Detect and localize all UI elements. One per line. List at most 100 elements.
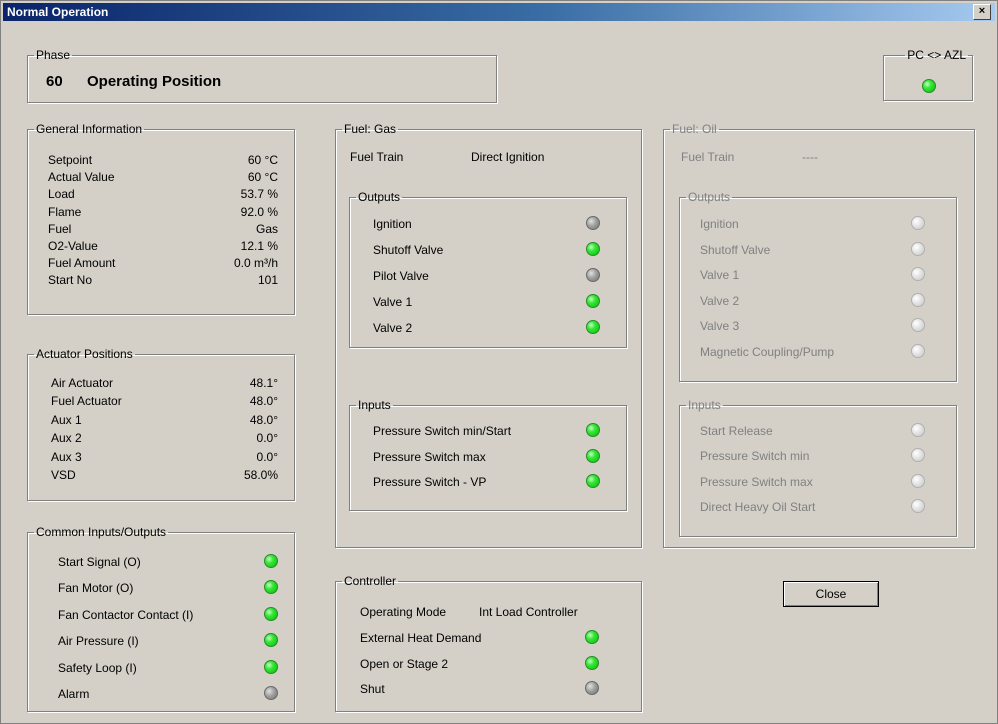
fuel-oil-input-label: Pressure Switch min xyxy=(700,449,810,464)
general-information-group: General Information Setpoint 60 °C Actual … xyxy=(27,123,295,315)
fuel-oil-group: Fuel: Oil Fuel Train ---- Outputs Igniti… xyxy=(663,123,975,548)
actuator-label: Air Actuator xyxy=(51,376,114,390)
fuel-gas-inputs-legend: Inputs xyxy=(358,398,391,412)
actuator-label: VSD xyxy=(51,468,76,482)
general-info-value: 12.1 % xyxy=(240,239,278,253)
fuel-oil-train-value: ---- xyxy=(802,150,818,164)
controller-label: External Heat Demand xyxy=(360,631,482,645)
fuel-oil-output-label: Magnetic Coupling/Pump xyxy=(700,344,835,359)
general-info-label: Actual Value xyxy=(48,170,115,185)
common-io-status-led xyxy=(264,633,278,648)
phase-legend: Phase xyxy=(36,48,71,62)
common-io-status-led xyxy=(264,686,278,700)
general-info-value: 101 xyxy=(257,273,278,288)
general-info-value: 92.0 % xyxy=(240,204,278,219)
controller-label: Open or Stage 2 xyxy=(360,656,449,671)
common-io-status-led xyxy=(264,554,278,568)
actuator-label: Aux 3 xyxy=(51,449,82,464)
fuel-gas-input-label: Pressure Switch min/Start xyxy=(373,424,512,438)
controller-status-led xyxy=(585,630,599,644)
fuel-oil-input-label: Start Release xyxy=(700,424,773,438)
controller-status-led xyxy=(585,655,599,670)
controller-status-led xyxy=(585,681,599,695)
pc-azl-group: PC <> AZL xyxy=(883,49,973,101)
actuator-positions-group: Actuator Positions Air Actuator 48.1° Fuel… xyxy=(27,348,295,501)
common-io-label: Safety Loop (I) xyxy=(58,660,137,675)
controller-group: Controller Operating Mode Int Load Contr… xyxy=(335,575,642,712)
actuator-value: 48.0° xyxy=(249,412,278,427)
common-io-status-led xyxy=(264,659,278,674)
fuel-oil-output-status-led xyxy=(911,267,925,281)
fuel-gas-output-label: Ignition xyxy=(373,217,412,231)
controller-legend: Controller xyxy=(344,574,397,588)
fuel-gas-output-label: Shutoff Valve xyxy=(373,243,444,257)
fuel-oil-inputs-group: Inputs Start Release Pressure Switch min P… xyxy=(679,399,957,537)
fuel-gas-legend: Fuel: Gas xyxy=(344,122,397,136)
normal-operation-window: Normal Operation × Phase 60 Operating Po… xyxy=(0,0,998,724)
fuel-gas-train-label: Fuel Train xyxy=(350,150,404,164)
phase-number: 60 xyxy=(46,73,63,90)
common-io-label: Fan Motor (O) xyxy=(58,581,134,596)
fuel-gas-input-status-led xyxy=(586,448,600,463)
operating-mode-label: Operating Mode xyxy=(360,605,447,619)
operating-mode-value: Int Load Controller xyxy=(479,605,578,619)
fuel-gas-group: Fuel: Gas Fuel Train Direct Ignition Out… xyxy=(335,123,642,548)
fuel-oil-outputs-legend: Outputs xyxy=(688,190,731,204)
pc-azl-status-led xyxy=(922,79,936,93)
fuel-oil-input-status-led xyxy=(911,473,925,488)
fuel-oil-output-status-led xyxy=(911,343,925,358)
actuator-label: Aux 2 xyxy=(51,431,82,446)
fuel-oil-inputs-legend: Inputs xyxy=(688,398,721,412)
fuel-oil-output-label: Shutoff Valve xyxy=(700,242,771,257)
close-button[interactable]: Close xyxy=(783,581,879,607)
fuel-oil-train-label: Fuel Train xyxy=(681,150,735,164)
fuel-oil-input-status-led xyxy=(911,423,925,437)
general-info-value: 0.0 m³/h xyxy=(233,256,278,271)
fuel-oil-input-label: Pressure Switch max xyxy=(700,474,813,489)
general-info-label: Fuel Amount xyxy=(48,256,116,271)
fuel-gas-input-label: Pressure Switch - VP xyxy=(373,475,487,489)
general-info-label: Flame xyxy=(48,204,82,219)
fuel-gas-output-status-led xyxy=(586,294,600,308)
general-info-value: 60 °C xyxy=(247,153,278,167)
common-io-status-led xyxy=(264,606,278,621)
fuel-gas-inputs-group: Inputs Pressure Switch min/Start Pressure… xyxy=(349,399,627,511)
general-info-label: Fuel xyxy=(48,221,72,236)
fuel-gas-output-label: Valve 2 xyxy=(373,321,413,335)
fuel-oil-output-label: Valve 2 xyxy=(700,293,740,308)
fuel-oil-output-label: Ignition xyxy=(700,217,739,231)
common-io-label: Start Signal (O) xyxy=(58,555,141,569)
general-info-label: O2-Value xyxy=(48,239,98,253)
actuator-label: Fuel Actuator xyxy=(51,394,122,409)
common-io-status-led xyxy=(264,580,278,595)
actuator-value: 0.0° xyxy=(256,431,278,446)
window-title: Normal Operation xyxy=(7,5,109,19)
actuator-value: 48.1° xyxy=(249,376,278,390)
actuator-value: 58.0% xyxy=(243,468,278,482)
fuel-oil-output-label: Valve 3 xyxy=(700,319,740,333)
actuator-label: Aux 1 xyxy=(51,412,82,427)
fuel-gas-output-status-led xyxy=(586,216,600,230)
title-bar: Normal Operation × xyxy=(3,3,995,21)
actuator-positions-legend: Actuator Positions xyxy=(36,347,133,361)
phase-name: Operating Position xyxy=(87,73,222,90)
common-io-group: Common Inputs/Outputs Start Signal (O) Fa… xyxy=(27,526,295,712)
fuel-oil-output-status-led xyxy=(911,241,925,256)
general-information-legend: General Information xyxy=(36,122,143,136)
fuel-gas-input-label: Pressure Switch max xyxy=(373,449,486,464)
fuel-gas-outputs-legend: Outputs xyxy=(358,190,401,204)
fuel-oil-output-label: Valve 1 xyxy=(700,268,740,282)
fuel-gas-input-status-led xyxy=(586,423,600,437)
fuel-gas-input-status-led xyxy=(586,474,600,488)
general-info-label: Start No xyxy=(48,273,93,288)
fuel-gas-output-label: Pilot Valve xyxy=(373,269,429,283)
fuel-oil-legend: Fuel: Oil xyxy=(672,122,717,136)
fuel-gas-outputs-group: Outputs Ignition Shutoff Valve Pilot Valve… xyxy=(349,191,627,348)
pc-azl-legend: PC <> AZL xyxy=(907,48,966,62)
general-info-value: 60 °C xyxy=(247,170,278,185)
close-icon[interactable]: × xyxy=(973,4,991,20)
fuel-gas-train-value: Direct Ignition xyxy=(471,150,545,164)
common-io-label: Air Pressure (I) xyxy=(58,634,139,649)
common-io-legend: Common Inputs/Outputs xyxy=(36,525,167,539)
fuel-oil-output-status-led xyxy=(911,292,925,307)
